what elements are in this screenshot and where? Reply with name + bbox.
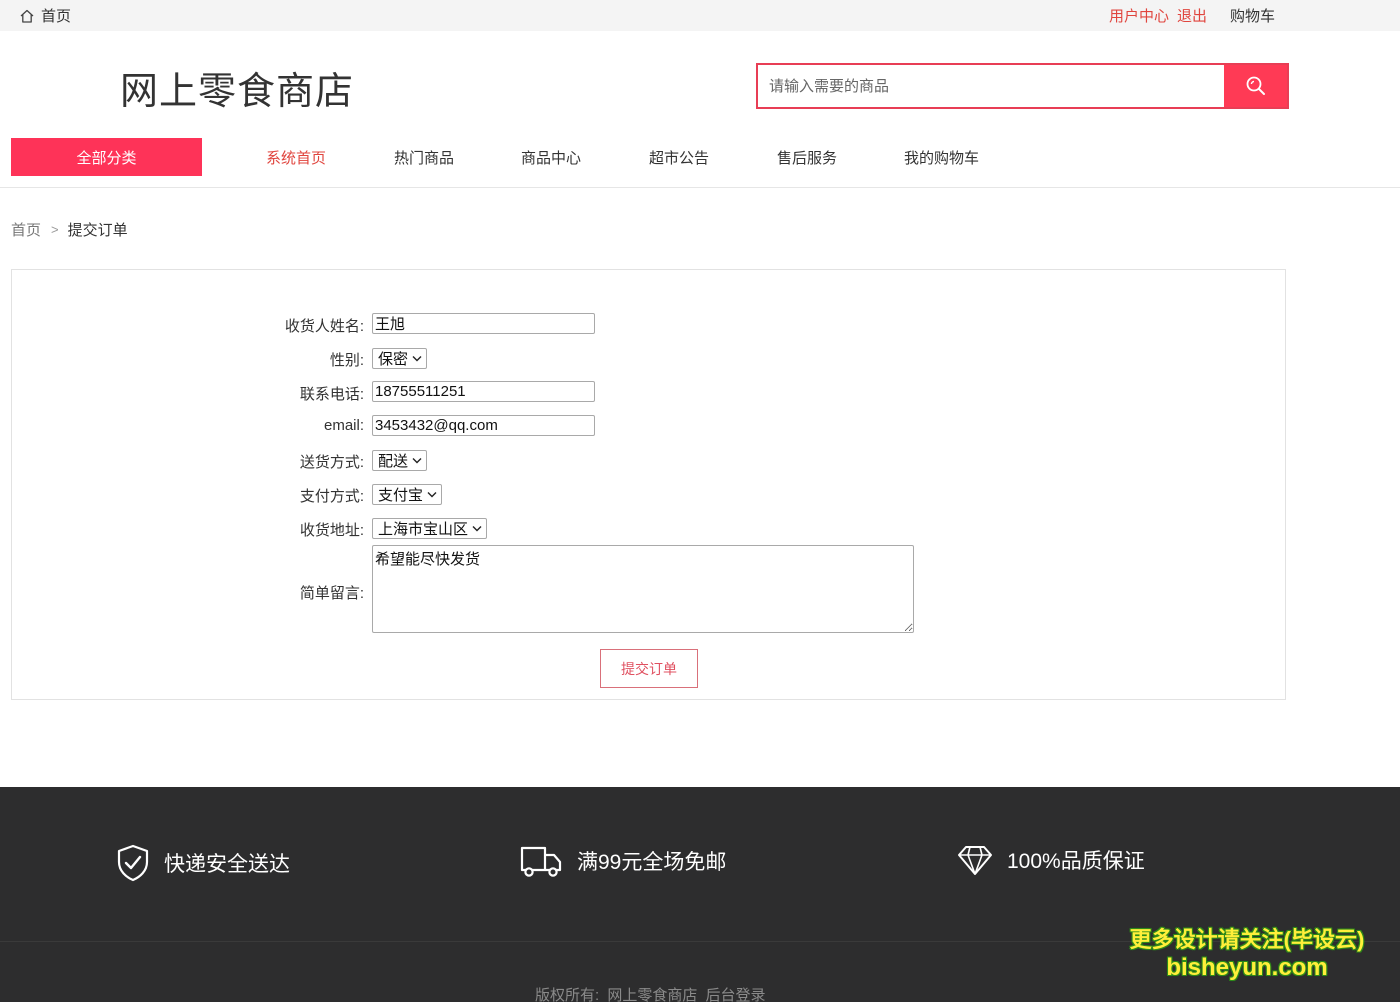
top-home-link[interactable]: 首页 xyxy=(19,5,71,26)
breadcrumb-current: 提交订单 xyxy=(67,222,128,239)
submit-order-button[interactable]: 提交订单 xyxy=(600,649,698,688)
feature-quality-guarantee: 100%品质保证 xyxy=(957,844,1145,876)
all-categories-button[interactable]: 全部分类 xyxy=(11,138,202,176)
gender-select[interactable]: 保密 xyxy=(372,348,428,369)
feature-quality-guarantee-label: 100%品质保证 xyxy=(1007,850,1145,873)
shield-check-icon xyxy=(117,844,149,882)
admin-login-link[interactable]: 后台登录 xyxy=(706,987,766,1004)
cart-link[interactable]: 购物车 xyxy=(1230,5,1275,26)
phone-label: 联系电话: xyxy=(299,386,364,403)
payment-label: 支付方式: xyxy=(299,488,364,505)
email-field[interactable] xyxy=(372,415,595,436)
breadcrumb: 首页 > 提交订单 xyxy=(11,219,128,240)
top-bar: 首页 用户中心 退出 购物车 xyxy=(0,0,1400,31)
logout-link[interactable]: 退出 xyxy=(1177,5,1207,26)
feature-free-shipping-label: 满99元全场免邮 xyxy=(577,851,727,874)
name-label: 收货人姓名: xyxy=(284,318,364,335)
search-icon xyxy=(1246,76,1265,95)
feature-free-shipping: 满99元全场免邮 xyxy=(519,844,726,878)
phone-field[interactable] xyxy=(372,381,595,402)
nav-divider xyxy=(0,187,1400,188)
address-select[interactable]: 上海市宝山区 xyxy=(372,518,488,539)
order-form-panel xyxy=(11,269,1286,700)
payment-select[interactable]: 支付宝 xyxy=(372,484,443,505)
email-label: email: xyxy=(323,417,364,434)
feature-safe-delivery: 快递安全送达 xyxy=(116,844,290,882)
footer-store-link[interactable]: 网上零食商店 xyxy=(607,987,697,1004)
nav-item-announcements[interactable]: 超市公告 xyxy=(649,147,709,168)
watermark-line2: bisheyun.com xyxy=(1166,954,1328,981)
chevron-down-icon xyxy=(412,356,422,362)
delivery-select-value: 配送 xyxy=(378,453,409,470)
site-logo[interactable]: 网上零食商店 xyxy=(120,60,354,115)
search-button[interactable] xyxy=(1224,65,1287,107)
search-box xyxy=(756,63,1289,109)
top-home-label: 首页 xyxy=(41,8,72,25)
gender-label: 性别: xyxy=(329,352,364,369)
user-center-link[interactable]: 用户中心 xyxy=(1109,5,1169,26)
payment-select-value: 支付宝 xyxy=(378,487,424,504)
breadcrumb-home[interactable]: 首页 xyxy=(11,219,41,240)
watermark: 更多设计请关注(毕设云) bisheyun.com xyxy=(1118,926,1376,982)
home-icon xyxy=(20,9,34,23)
message-textarea[interactable]: 希望能尽快发货 xyxy=(372,545,914,633)
chevron-right-icon: > xyxy=(51,222,59,237)
chevron-down-icon xyxy=(472,526,482,532)
nav-item-hot-products[interactable]: 热门商品 xyxy=(394,147,454,168)
message-label: 简单留言: xyxy=(299,585,364,602)
nav-item-after-sales[interactable]: 售后服务 xyxy=(777,147,837,168)
address-label: 收货地址: xyxy=(299,522,364,539)
nav-item-product-center[interactable]: 商品中心 xyxy=(521,147,581,168)
feature-safe-delivery-label: 快递安全送达 xyxy=(164,853,290,876)
chevron-down-icon xyxy=(412,458,422,464)
delivery-select[interactable]: 配送 xyxy=(372,450,428,471)
address-select-value: 上海市宝山区 xyxy=(378,521,469,538)
chevron-down-icon xyxy=(427,492,437,498)
diamond-icon xyxy=(958,846,992,875)
delivery-label: 送货方式: xyxy=(299,454,364,471)
search-input[interactable] xyxy=(758,65,1222,107)
nav-item-my-cart[interactable]: 我的购物车 xyxy=(904,147,979,168)
watermark-line1: 更多设计请关注(毕设云) xyxy=(1129,927,1365,952)
copyright-prefix: 版权所有: xyxy=(535,987,600,1004)
delivery-truck-icon xyxy=(520,846,562,877)
nav-item-home[interactable]: 系统首页 xyxy=(266,147,326,168)
name-field[interactable] xyxy=(372,313,595,334)
gender-select-value: 保密 xyxy=(378,351,409,368)
